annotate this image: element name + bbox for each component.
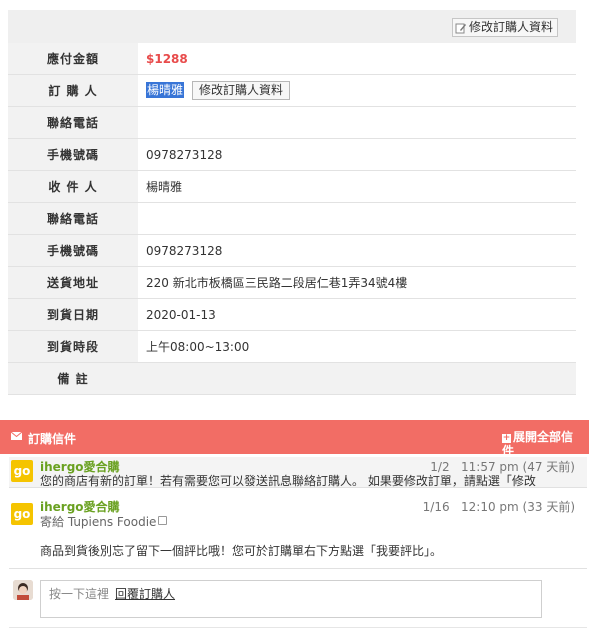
avatar	[13, 580, 33, 600]
edit-buyer-top-button[interactable]: 修改訂購人資料	[451, 18, 558, 37]
order-mail-header: 訂購信件 + 展開全部信件	[0, 420, 589, 454]
row-label: 到貨日期	[8, 298, 138, 331]
recipient-name: 楊晴雅	[138, 170, 576, 203]
reply-hint-text: 按一下這裡	[49, 587, 110, 601]
delivery-address: 220 新北市板橋區三民路二段居仁巷1弄34號4樓	[138, 266, 576, 299]
lock-icon	[158, 516, 168, 525]
row-label: 收 件 人	[8, 170, 138, 203]
divider	[9, 627, 587, 628]
delivery-date: 2020-01-13	[138, 298, 576, 331]
message-item: go ihergo愛合購 1/16 12:10 pm (33 天前) 寄給 Tu…	[9, 492, 587, 567]
row-label: 聯絡電話	[8, 106, 138, 139]
recipient-label: 寄給 Tupiens Foodie	[40, 515, 157, 529]
row-label: 手機號碼	[8, 138, 138, 171]
table-row: 聯絡電話	[8, 106, 576, 139]
plus-icon: +	[502, 433, 511, 443]
table-row: 到貨日期 2020-01-13	[8, 298, 576, 331]
amount-due: $1288	[146, 51, 188, 66]
row-label: 訂 購 人	[8, 74, 138, 107]
row-label: 聯絡電話	[8, 202, 138, 235]
message-time: 1/16 12:10 pm (33 天前)	[422, 500, 575, 514]
message-body: 商品到貨後別忘了留下一個評比哦！您可於訂購單右下方點選「我要評比」。	[40, 544, 443, 558]
contact-phone	[138, 202, 576, 235]
ihergo-logo-icon: go	[11, 503, 33, 525]
row-label: 送貨地址	[8, 266, 138, 299]
ihergo-logo-icon: go	[11, 460, 33, 482]
row-label: 到貨時段	[8, 330, 138, 363]
table-row: 備 註	[8, 362, 576, 395]
remarks	[138, 362, 576, 395]
contact-phone	[138, 106, 576, 139]
mail-section-title: 訂購信件	[28, 432, 77, 446]
row-label: 應付金額	[8, 43, 138, 75]
order-info-header: 修改訂購人資料	[8, 10, 576, 43]
message-item[interactable]: go ihergo愛合購 1/2 11:57 pm (47 天前) 您的商店有新…	[9, 457, 587, 488]
reply-buyer-link[interactable]: 回覆訂購人	[115, 587, 175, 601]
edit-buyer-button[interactable]: 修改訂購人資料	[192, 81, 291, 100]
divider	[9, 568, 587, 569]
pencil-icon	[455, 23, 466, 33]
order-info-table: 應付金額 $1288 訂 購 人 楊晴雅 修改訂購人資料 聯絡電話 手機號碼 09…	[8, 43, 576, 395]
table-row: 收 件 人 楊晴雅	[8, 170, 576, 203]
table-row: 手機號碼 0978273128	[8, 138, 576, 171]
table-row: 應付金額 $1288	[8, 43, 576, 75]
message-recipient: 寄給 Tupiens Foodie	[40, 513, 168, 530]
table-row: 送貨地址 220 新北市板橋區三民路二段居仁巷1弄34號4樓	[8, 266, 576, 299]
table-row: 聯絡電話	[8, 202, 576, 235]
mobile-number: 0978273128	[138, 138, 576, 171]
expand-all-label: 展開全部信件	[502, 430, 574, 454]
expand-all-button[interactable]: + 展開全部信件	[502, 430, 582, 454]
mail-icon	[11, 432, 22, 440]
table-row: 手機號碼 0978273128	[8, 234, 576, 267]
row-label: 備 註	[8, 362, 138, 395]
buyer-name: 楊晴雅	[146, 82, 185, 98]
edit-buyer-top-label: 修改訂購人資料	[468, 20, 553, 34]
row-label: 手機號碼	[8, 234, 138, 267]
table-row: 到貨時段 上午08:00~13:00	[8, 330, 576, 363]
mobile-number: 0978273128	[138, 234, 576, 267]
reply-input[interactable]: 按一下這裡 回覆訂購人	[40, 580, 542, 618]
message-snippet: 您的商店有新的訂單！若有需要您可以發送訊息聯絡訂購人。 如果要修改訂單，請點選「…	[40, 474, 536, 488]
reply-hint: 按一下這裡 回覆訂購人	[49, 585, 175, 602]
table-row: 訂 購 人 楊晴雅 修改訂購人資料	[8, 74, 576, 107]
delivery-time-slot: 上午08:00~13:00	[138, 330, 576, 363]
